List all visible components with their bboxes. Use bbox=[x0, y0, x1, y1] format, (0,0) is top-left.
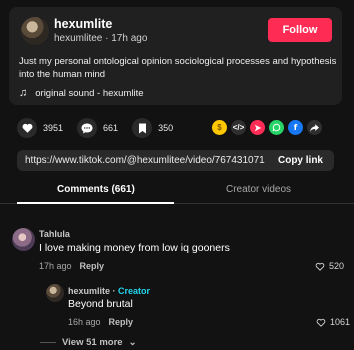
view-more-label[interactable]: View 51 more bbox=[62, 337, 123, 348]
reply-text: Beyond brutal bbox=[68, 298, 133, 310]
reply-meta: 16h ago Reply bbox=[68, 317, 133, 327]
coin-icon[interactable]: $ bbox=[212, 120, 227, 135]
send-icon[interactable] bbox=[250, 120, 265, 135]
share-arrow-icon[interactable] bbox=[307, 120, 322, 135]
view-more-divider bbox=[40, 342, 56, 343]
reply-button[interactable]: Reply bbox=[80, 261, 105, 271]
bookmark-icon[interactable] bbox=[132, 118, 153, 138]
reply-like-count: 1061 bbox=[330, 317, 351, 327]
facebook-icon[interactable]: f bbox=[288, 120, 303, 135]
comment-like-count: 520 bbox=[329, 261, 345, 271]
reply-like-button[interactable]: 1061 bbox=[316, 317, 350, 327]
comment-meta: 17h ago Reply bbox=[39, 261, 104, 271]
chevron-down-icon: ⌄ bbox=[128, 337, 137, 348]
action-bar: 3951 661 350 bbox=[17, 117, 187, 139]
comment-text: I love making money from low iq gooners bbox=[39, 242, 230, 254]
follow-button[interactable]: Follow bbox=[268, 18, 332, 42]
author-avatar[interactable] bbox=[21, 17, 49, 45]
like-count: 3951 bbox=[43, 123, 64, 133]
comment-count: 661 bbox=[103, 123, 119, 133]
embed-icon[interactable]: </> bbox=[231, 120, 246, 135]
link-bar: https://www.tiktok.com/@hexumlitee/video… bbox=[17, 150, 334, 171]
reply-time: 16h ago bbox=[68, 317, 101, 327]
save-action[interactable]: 350 bbox=[132, 118, 173, 138]
video-url[interactable]: https://www.tiktok.com/@hexumlitee/video… bbox=[25, 155, 265, 166]
comment-tabs: Comments (661) Creator videos bbox=[0, 178, 354, 204]
comment-time: 17h ago bbox=[39, 261, 72, 271]
active-tab-indicator bbox=[17, 202, 174, 204]
post-caption: Just my personal ontological opinion soc… bbox=[19, 56, 337, 80]
author-handle[interactable]: hexumlitee bbox=[54, 33, 102, 44]
comment-icon[interactable] bbox=[77, 118, 98, 138]
post-card: hexumlite hexumlitee · 17h ago Follow Ju… bbox=[9, 7, 342, 105]
author-meta: hexumlitee · 17h ago bbox=[54, 33, 147, 44]
tab-comments[interactable]: Comments (661) bbox=[57, 184, 135, 195]
reply-separator: · bbox=[112, 286, 116, 296]
view-more-replies[interactable]: View 51 more ⌄ bbox=[40, 337, 137, 348]
reply-reply-button[interactable]: Reply bbox=[109, 317, 134, 327]
reply-author-line: hexumlite · Creator bbox=[68, 286, 150, 296]
reply-author-name[interactable]: hexumlite bbox=[68, 286, 110, 296]
tab-creator-videos[interactable]: Creator videos bbox=[226, 184, 291, 195]
creator-badge: Creator bbox=[118, 286, 151, 296]
comment-like-button[interactable]: 520 bbox=[315, 261, 344, 271]
heart-outline-icon bbox=[316, 318, 326, 327]
copy-link-button[interactable]: Copy link bbox=[267, 150, 334, 171]
author-name[interactable]: hexumlite bbox=[54, 17, 112, 31]
reply-avatar[interactable] bbox=[46, 284, 64, 302]
music-title[interactable]: original sound - hexumlite bbox=[35, 88, 143, 99]
heart-outline-icon bbox=[315, 262, 325, 271]
commenter-name[interactable]: Tahlula bbox=[39, 229, 70, 239]
heart-icon[interactable] bbox=[17, 118, 37, 138]
whatsapp-icon[interactable] bbox=[269, 120, 284, 135]
commenter-avatar[interactable] bbox=[12, 228, 35, 251]
comment-action[interactable]: 661 bbox=[77, 118, 118, 138]
music-note-icon: ♫ bbox=[19, 87, 28, 99]
post-time: 17h ago bbox=[111, 33, 148, 44]
save-count: 350 bbox=[158, 123, 174, 133]
music-row[interactable]: ♫ original sound - hexumlite bbox=[19, 87, 144, 99]
share-icons: $ </> f bbox=[212, 120, 322, 135]
like-action[interactable]: 3951 bbox=[17, 118, 63, 138]
